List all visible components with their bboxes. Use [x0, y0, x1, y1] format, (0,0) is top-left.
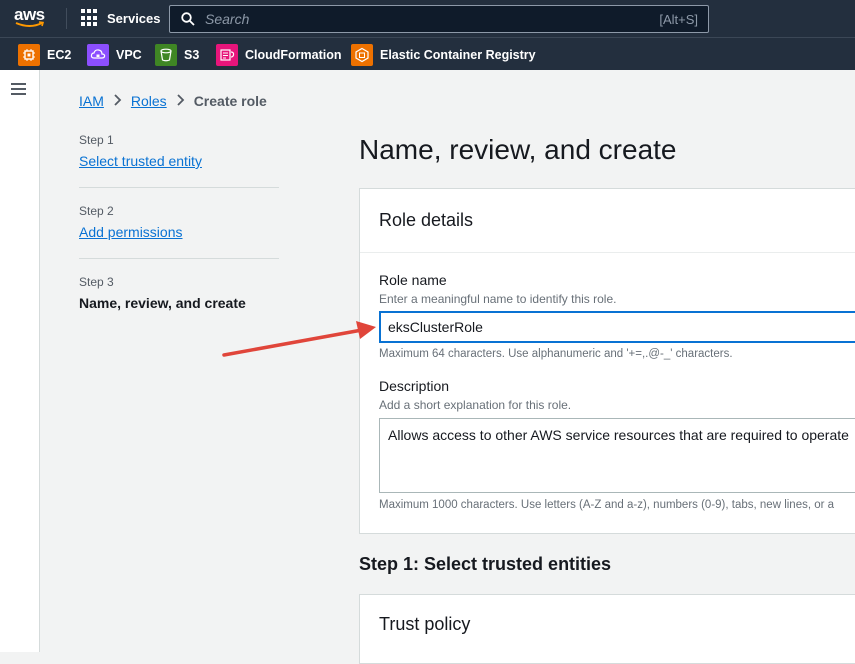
ec2-icon: [18, 44, 40, 66]
favorites-bar: EC2 VPC S3 CloudFormation Elastic Contai…: [0, 37, 855, 70]
chevron-right-icon: [176, 93, 185, 109]
description-help: Add a short explanation for this role.: [379, 398, 572, 412]
wizard-step-2: Step 2 Add permissions: [79, 204, 279, 259]
search-shortcut: [Alt+S]: [659, 11, 698, 27]
description-textarea[interactable]: Allows access to other AWS service resou…: [379, 418, 855, 493]
role-name-label: Role name: [379, 272, 447, 288]
role-name-hint: Maximum 64 characters. Use alphanumeric …: [379, 348, 733, 360]
step-number: Step 2: [79, 204, 114, 218]
description-label: Description: [379, 378, 450, 394]
ecr-icon: [351, 44, 373, 66]
breadcrumb-iam[interactable]: IAM: [79, 93, 104, 109]
topbar-divider: [66, 8, 67, 29]
step-link-add-permissions[interactable]: Add permissions: [79, 224, 183, 240]
favorite-label: Elastic Container Registry: [380, 48, 536, 62]
side-navigation-rail: [0, 70, 40, 652]
role-details-panel: Role details Role name Enter a meaningfu…: [359, 188, 855, 534]
trust-policy-panel: Trust policy: [359, 594, 855, 664]
wizard-step-3: Step 3 Name, review, and create: [79, 275, 279, 329]
description-hint: Maximum 1000 characters. Use letters (A-…: [379, 499, 835, 511]
step-current-label: Name, review, and create: [79, 295, 246, 311]
breadcrumb: IAM Roles Create role: [79, 93, 267, 109]
cloudformation-icon: [216, 44, 238, 66]
top-navigation-bar: aws Services Search [Alt+S]: [0, 0, 855, 37]
wizard-steps: Step 1 Select trusted entity Step 2 Add …: [79, 133, 279, 345]
favorite-label: S3: [184, 48, 200, 62]
hamburger-menu-icon[interactable]: [11, 83, 26, 95]
page-title: Name, review, and create: [359, 134, 677, 165]
role-details-heading: Role details: [360, 189, 855, 253]
s3-icon: [155, 44, 177, 66]
favorite-label: VPC: [116, 48, 142, 62]
search-input[interactable]: Search [Alt+S]: [169, 5, 709, 33]
favorite-ecr[interactable]: Elastic Container Registry: [351, 44, 536, 66]
favorite-ec2[interactable]: EC2: [18, 44, 71, 66]
favorite-s3[interactable]: S3: [155, 44, 199, 66]
search-placeholder: Search: [205, 11, 250, 27]
vpc-icon: [87, 44, 109, 66]
step-link-select-trusted-entity[interactable]: Select trusted entity: [79, 153, 202, 169]
breadcrumb-roles[interactable]: Roles: [131, 93, 167, 109]
chevron-right-icon: [113, 93, 122, 109]
aws-smile-icon: [15, 21, 45, 27]
favorite-label: EC2: [47, 48, 72, 62]
wizard-step-1: Step 1 Select trusted entity: [79, 133, 279, 188]
step1-section-heading: Step 1: Select trusted entities: [359, 554, 612, 574]
breadcrumb-current: Create role: [193, 93, 267, 109]
services-label: Services: [107, 10, 161, 26]
favorite-label: CloudFormation: [245, 48, 342, 62]
favorite-cloudformation[interactable]: CloudFormation: [216, 44, 342, 66]
step-number: Step 3: [79, 275, 114, 289]
role-name-input[interactable]: eksClusterRole: [379, 311, 855, 343]
aws-logo[interactable]: aws: [14, 6, 50, 30]
services-menu-button[interactable]: Services: [81, 9, 161, 27]
role-name-description: Enter a meaningful name to identify this…: [379, 292, 617, 306]
services-grid-icon: [81, 9, 99, 27]
step-number: Step 1: [79, 133, 114, 147]
search-icon: [181, 12, 195, 26]
favorite-vpc[interactable]: VPC: [87, 44, 142, 66]
trust-policy-heading: Trust policy: [379, 614, 471, 634]
